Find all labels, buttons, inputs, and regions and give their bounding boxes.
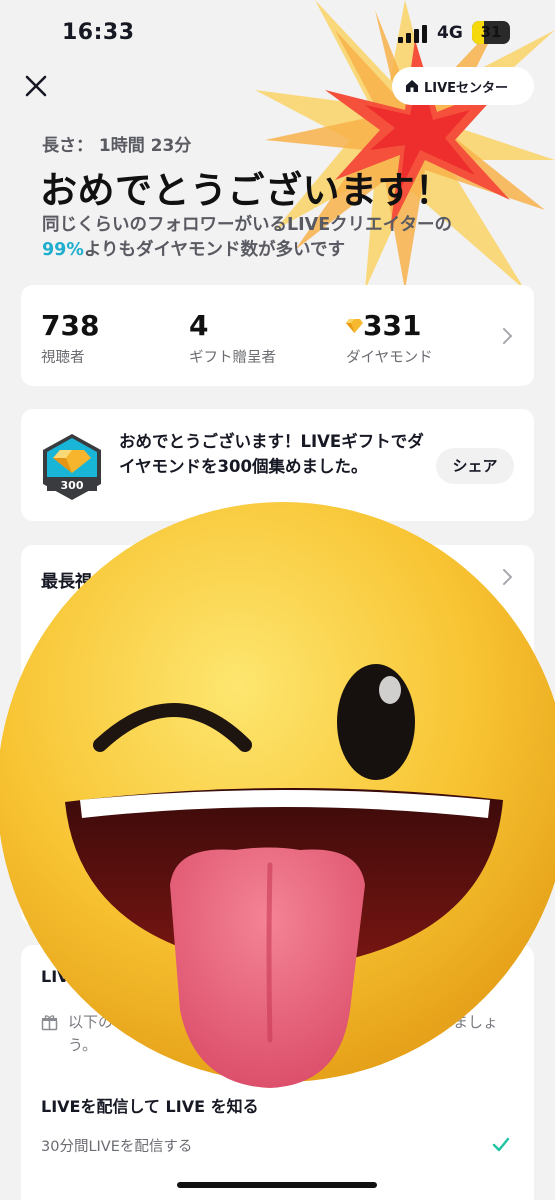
checkmark-icon	[492, 1137, 510, 1152]
diamond-badge-icon: 300	[43, 434, 101, 500]
diamonds-label: ダイヤモンド	[346, 350, 433, 366]
duration-label: 長さ：	[42, 136, 93, 156]
diamonds-value-row: 331	[346, 309, 433, 342]
winking-face-with-tongue-emoji	[0, 502, 555, 1088]
close-icon[interactable]	[20, 70, 52, 102]
gifters-label: ギフト贈呈者	[189, 350, 276, 366]
chevron-right-icon[interactable]	[501, 326, 515, 346]
ranking-description: 同じくらいのフォロワーがいるLIVEクリエイターの 99%よりもダイヤモンド数が…	[42, 213, 512, 263]
duration: 長さ： 1時間 23分	[42, 131, 191, 156]
status-time: 16:33	[62, 20, 135, 45]
live-center-button[interactable]: LIVEセンター	[392, 67, 534, 105]
ranking-line-2: 99%よりもダイヤモンド数が多いです	[42, 238, 512, 263]
network-type: 4G	[437, 23, 463, 43]
viewers-stat: 738 視聴者	[41, 309, 99, 367]
task-item: 30分間LIVEを配信する	[41, 1139, 193, 1155]
home-indicator	[177, 1182, 377, 1188]
viewers-label: 視聴者	[41, 350, 85, 366]
gifters-stat: 4 ギフト贈呈者	[189, 309, 276, 367]
page-title: おめでとうございます！	[40, 169, 453, 212]
live-center-label: LIVEセンター	[424, 80, 509, 96]
diamonds-stat: 331 ダイヤモンド	[346, 309, 433, 367]
viewers-value: 738	[41, 309, 100, 342]
status-bar: 16:33 4G 31	[0, 0, 555, 64]
battery-level: 31	[480, 23, 502, 41]
home-icon	[406, 80, 418, 92]
gifters-value: 4	[189, 309, 209, 342]
share-button[interactable]: シェア	[436, 448, 514, 484]
stats-card[interactable]: 738 視聴者 4 ギフト贈呈者 331 ダイヤモンド	[21, 285, 534, 386]
diamond-icon	[346, 318, 363, 333]
ranking-percent: 99%	[42, 240, 84, 260]
duration-value: 1時間 23分	[98, 136, 192, 156]
ranking-line-2-rest: よりもダイヤモンド数が多いです	[83, 240, 345, 260]
ranking-line-1: 同じくらいのフォロワーがいるLIVEクリエイターの	[42, 215, 452, 235]
battery-icon: 31	[472, 21, 510, 44]
milestone-message: おめでとうございます！LIVEギフトでダイヤモンドを300個集めました。	[119, 432, 424, 476]
badge-number: 300	[61, 479, 84, 492]
diamonds-value: 331	[363, 309, 422, 342]
task-heading: LIVEを配信して LIVE を知る	[41, 1097, 259, 1116]
signal-icon	[398, 25, 427, 43]
